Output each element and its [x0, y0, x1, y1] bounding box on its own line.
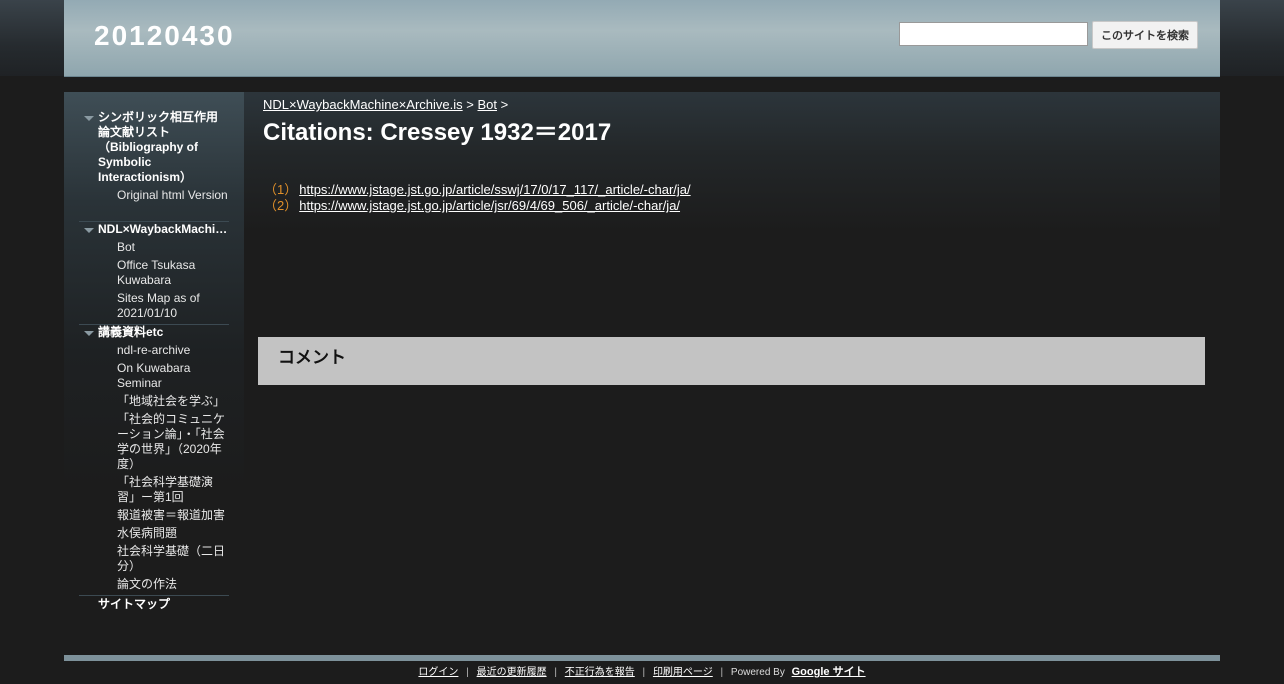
collapse-triangle-icon[interactable] — [84, 331, 94, 336]
citation-link[interactable]: https://www.jstage.jst.go.jp/article/ssw… — [299, 182, 690, 197]
sidebar-item-minamata[interactable]: 水俣病問題 — [117, 526, 231, 541]
site-title[interactable]: 20120430 — [94, 20, 235, 52]
citation-number: （1） — [264, 182, 298, 197]
sidebar-item-sitemap[interactable]: サイトマップ — [98, 597, 229, 612]
sidebar-item-social-science-basics[interactable]: 社会科学基礎（二日分） — [117, 544, 231, 574]
breadcrumb-link-bot[interactable]: Bot — [478, 97, 498, 112]
powered-by-text: Powered By — [730, 667, 785, 678]
login-link[interactable]: ログイン — [418, 667, 458, 678]
nav-title-lectures[interactable]: 講義資料etc — [98, 325, 229, 340]
sidebar-item-bot[interactable]: Bot — [117, 240, 231, 255]
search-input[interactable] — [899, 22, 1088, 46]
comments-section: コメント — [258, 337, 1205, 385]
sidebar-item-local-society[interactable]: 「地域社会を学ぶ」 — [117, 394, 231, 409]
search-button[interactable]: このサイトを検索 — [1092, 21, 1198, 49]
print-page-link[interactable]: 印刷用ページ — [653, 667, 713, 678]
nav-group-lectures: 講義資料etc ndl-re-archive On Kuwabara Semin… — [79, 325, 229, 596]
breadcrumb: NDL×WaybackMachine×Archive.is > Bot > — [263, 97, 508, 112]
footer-separator: | — [642, 667, 646, 678]
footer-separator: | — [466, 667, 469, 678]
footer: ログイン | 最近の更新履歴 | 不正行為を報告 | 印刷用ページ | Powe… — [0, 665, 1284, 680]
citation-number: （2） — [264, 198, 298, 213]
nav-title-bibliography[interactable]: シンボリック相互作用論文献リスト（Bibliography of Symboli… — [98, 110, 229, 185]
citation-item: （1） https://www.jstage.jst.go.jp/article/… — [264, 182, 691, 198]
google-sites-link[interactable]: Google サイト — [792, 666, 866, 678]
footer-separator: | — [720, 667, 724, 678]
sidebar-item-paper-manners[interactable]: 論文の作法 — [117, 577, 231, 592]
sidebar-item-kuwabara-seminar[interactable]: On Kuwabara Seminar — [117, 361, 231, 391]
citation-item: （2） https://www.jstage.jst.go.jp/article/… — [264, 198, 680, 214]
report-abuse-link[interactable]: 不正行為を報告 — [565, 667, 635, 678]
comments-title: コメント — [278, 348, 346, 367]
footer-separator: | — [554, 667, 557, 678]
collapse-triangle-icon[interactable] — [84, 228, 94, 233]
sidebar-nav: シンボリック相互作用論文献リスト（Bibliography of Symboli… — [64, 92, 244, 644]
sidebar-item-social-communication[interactable]: 「社会的コミュニケーション論」・「社会学の世界」（2020年度） — [117, 412, 231, 472]
breadcrumb-separator: > — [466, 97, 474, 112]
site-header: 20120430 このサイトを検索 — [64, 0, 1220, 77]
sidebar-item-office[interactable]: Office Tsukasa Kuwabara — [117, 258, 231, 288]
sidebar-item-ndl-re-archive[interactable]: ndl-re-archive — [117, 343, 231, 358]
sidebar-item-social-science-seminar[interactable]: 「社会科学基礎演習」ー第1回 — [117, 475, 231, 505]
collapse-triangle-icon[interactable] — [84, 116, 94, 121]
recent-activity-link[interactable]: 最近の更新履歴 — [477, 667, 547, 678]
breadcrumb-separator: > — [500, 97, 509, 112]
sidebar-item-media-harm[interactable]: 報道被害＝報道加害 — [117, 508, 231, 523]
nav-group-ndl: NDL×WaybackMachine×Archive.is Bot Office… — [79, 222, 231, 325]
nav-title-ndl[interactable]: NDL×WaybackMachine×Archive.is — [98, 222, 231, 237]
citation-link[interactable]: https://www.jstage.jst.go.jp/article/jsr… — [299, 198, 680, 213]
nav-group-bibliography: シンボリック相互作用論文献リスト（Bibliography of Symboli… — [79, 110, 229, 222]
page-title: Citations: Cressey 1932＝2017 — [263, 119, 612, 146]
breadcrumb-link-ndl[interactable]: NDL×WaybackMachine×Archive.is — [263, 97, 463, 112]
footer-bar — [64, 655, 1220, 661]
sidebar-item-sites-map[interactable]: Sites Map as of 2021/01/10 — [117, 291, 231, 321]
sidebar-item-original-html[interactable]: Original html Version — [117, 188, 231, 203]
